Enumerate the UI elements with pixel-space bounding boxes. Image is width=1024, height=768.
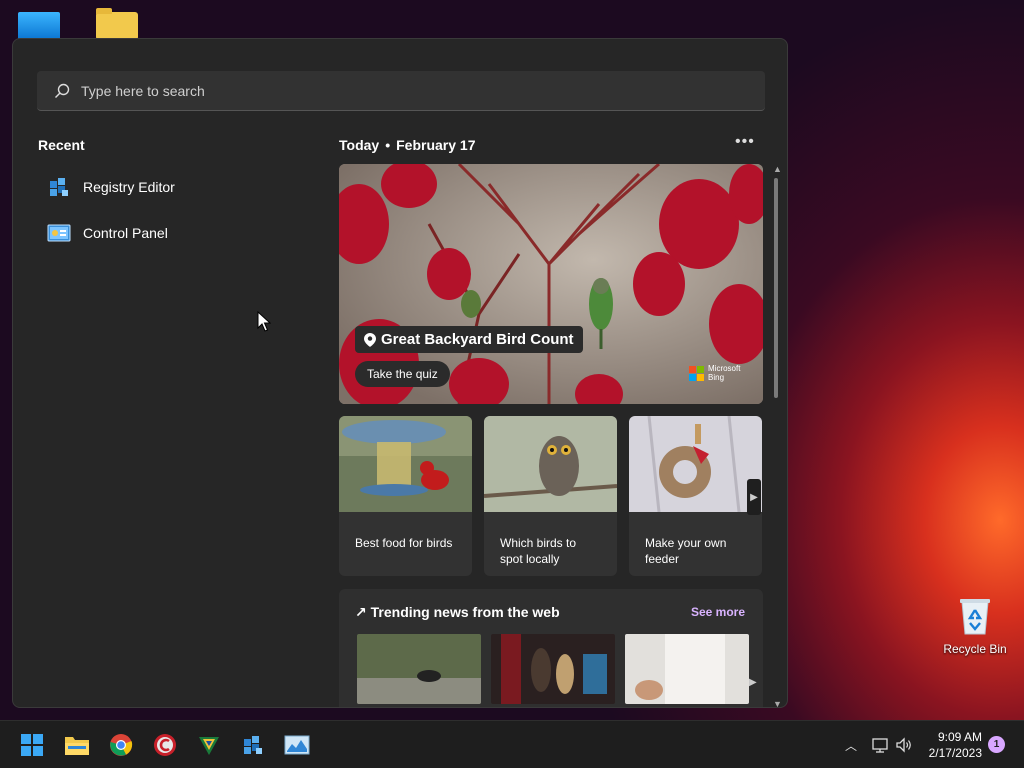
clock-time: 9:09 AM [937, 730, 982, 744]
recent-heading: Recent [38, 137, 85, 153]
taskbar-clock[interactable]: 9:09 AM 2/17/2023 [920, 729, 982, 761]
card-caption: Which birds to spot locally [500, 536, 577, 566]
scroll-thumb[interactable] [774, 178, 778, 398]
cards-next-arrow-icon[interactable]: ▶ [747, 479, 761, 515]
recent-item-control-panel[interactable]: Control Panel [47, 219, 297, 247]
volume-icon[interactable] [895, 736, 913, 754]
start-button[interactable] [18, 731, 46, 759]
search-box[interactable] [37, 71, 765, 111]
registry-editor-button[interactable] [239, 731, 267, 759]
ccleaner-button[interactable] [151, 731, 179, 759]
more-options-icon[interactable]: ••• [735, 133, 755, 151]
hero-title[interactable]: Great Backyard Bird Count [355, 326, 583, 353]
ccleaner-icon [154, 734, 176, 756]
wreath-feeder-image [629, 416, 762, 513]
trending-arrow-icon: ↗ [355, 604, 367, 620]
microsoft-bing-logo: Microsoft Bing [689, 364, 740, 382]
resource-monitor-button[interactable] [283, 731, 311, 759]
network-icon[interactable] [871, 736, 889, 754]
today-label: Today [339, 137, 380, 153]
registry-editor-icon [244, 736, 262, 754]
separator-dot: • [385, 137, 391, 153]
folder-icon [65, 737, 89, 755]
clock-date: 2/17/2023 [928, 746, 982, 760]
chrome-icon [110, 734, 133, 756]
trending-next-arrow-icon[interactable]: ▶ [749, 677, 757, 688]
notification-badge[interactable]: 1 [988, 736, 1005, 753]
start-search-panel: Recent Registry Editor Control Panel Tod… [12, 38, 788, 708]
recent-item-registry-editor[interactable]: Registry Editor [47, 173, 297, 201]
search-icon [55, 83, 70, 98]
vpn-button[interactable] [195, 731, 223, 759]
card-make-your-own-feeder[interactable]: Make your own feeder [629, 416, 762, 576]
brand-line-1: Microsoft [708, 364, 741, 373]
see-more-link[interactable]: See more [691, 605, 745, 619]
recent-item-label: Registry Editor [83, 179, 175, 195]
card-caption: Best food for birds [355, 536, 453, 550]
card-caption: Make your own feeder [645, 536, 727, 566]
microsoft-logo-icon [689, 365, 704, 381]
windows-logo-icon [21, 734, 43, 756]
show-hidden-icons-chevron-up-icon[interactable]: ︿ [845, 737, 857, 754]
location-pin-icon [364, 332, 376, 347]
trending-title: ↗ Trending news from the web [355, 604, 560, 621]
chrome-button[interactable] [107, 731, 135, 759]
desktop-app-icon[interactable] [18, 12, 60, 40]
news-thumbnail[interactable] [491, 634, 615, 704]
today-header: Today • February 17 [339, 137, 475, 153]
feed-scrollbar[interactable]: ▲ ▼ [771, 164, 785, 707]
mouse-cursor-icon [257, 311, 271, 332]
recent-item-label: Control Panel [83, 225, 168, 241]
news-thumbnail[interactable] [625, 634, 749, 704]
scroll-up-icon[interactable]: ▲ [773, 164, 782, 174]
trending-news-section: ↗ Trending news from the web See more ▶ [339, 589, 763, 707]
owl-image [484, 416, 617, 512]
taskbar: ︿ 9:09 AM 2/17/2023 1 [0, 720, 1024, 768]
recycle-bin-label: Recycle Bin [943, 642, 1007, 656]
brand-line-2: Bing [708, 373, 725, 382]
bird-feeder-image [339, 416, 472, 512]
card-best-food-for-birds[interactable]: Best food for birds [339, 416, 472, 576]
card-which-birds-to-spot-locally[interactable]: Which birds to spot locally [484, 416, 617, 576]
folder-icon[interactable] [96, 8, 138, 40]
take-quiz-button[interactable]: Take the quiz [355, 361, 450, 387]
trending-title-text: Trending news from the web [370, 604, 560, 620]
shield-icon [199, 737, 219, 755]
file-explorer-button[interactable] [63, 731, 91, 759]
hero-title-text: Great Backyard Bird Count [381, 331, 574, 348]
news-thumbnail[interactable] [357, 634, 481, 704]
hero-card[interactable]: Great Backyard Bird Count Take the quiz … [339, 164, 763, 404]
scroll-down-icon[interactable]: ▼ [773, 699, 782, 707]
registry-editor-icon [50, 178, 68, 196]
today-date: February 17 [396, 137, 476, 153]
monitor-chart-icon [284, 735, 310, 755]
recycle-bin-icon [958, 596, 992, 636]
recycle-bin[interactable]: Recycle Bin [940, 596, 1010, 656]
search-input[interactable] [81, 82, 681, 99]
control-panel-icon [47, 224, 71, 242]
